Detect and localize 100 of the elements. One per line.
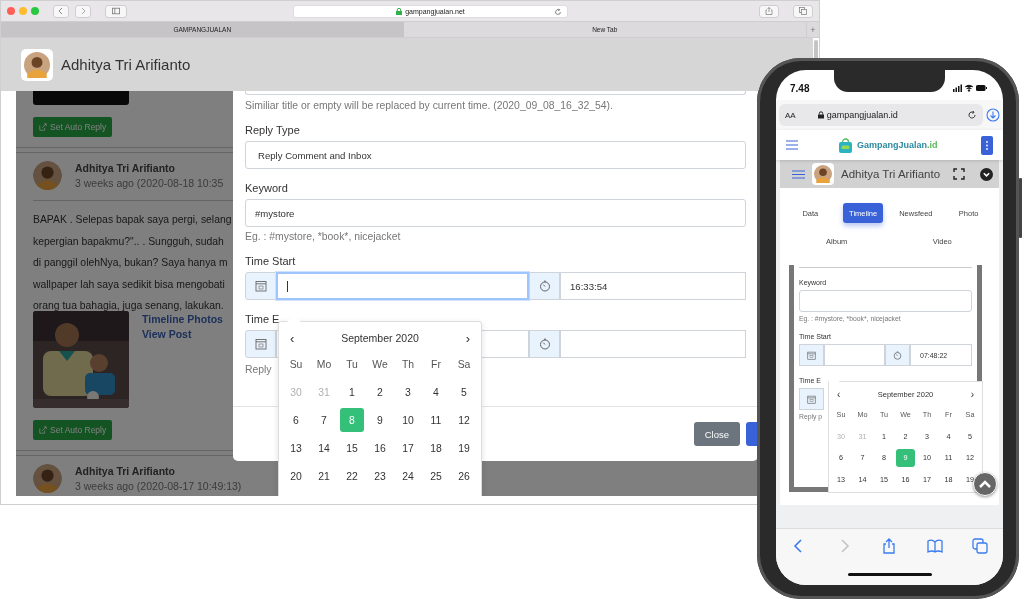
calendar-day[interactable]: 16 (368, 436, 392, 460)
weekday-label: We (371, 357, 389, 372)
text-size-button[interactable]: AA (785, 110, 796, 120)
calendar-day[interactable]: 1 (340, 380, 364, 404)
share-icon (39, 425, 47, 434)
calendar-day[interactable]: 18 (424, 436, 448, 460)
help-text: Similiar title or empty will be replaced by current time. (2020_09_08_16_32_54). (245, 100, 613, 111)
post-time: 3 weeks ago (2020-08-17 10:49:13) (75, 479, 242, 492)
previous-month-button[interactable]: ‹ (290, 330, 295, 346)
author-name: Adhitya Tri Arifianto (75, 162, 176, 174)
weekday-label: Sa (456, 357, 472, 372)
post-text: BAPAK . Selepas bapak saya pergi, selang kepergian bapakmu?".. . Sungguh, sudah di panggil olehNya, bukan? Saya hanya m wallpaper lah saya sedikit bisa mengobati orang tua bahagia, juga senang, lakukan. (33, 213, 233, 313)
calendar-day[interactable]: 14 (312, 436, 336, 460)
field-label: Keyword (245, 182, 288, 194)
calendar-day[interactable]: 19 (452, 436, 476, 460)
next-month-button[interactable]: › (970, 388, 974, 400)
clock-icon (538, 338, 551, 350)
time-input[interactable] (560, 330, 746, 358)
avatar (814, 165, 832, 183)
sidebar-button[interactable] (105, 4, 127, 18)
calendar-day[interactable]: 7 (312, 408, 336, 432)
keyword-input[interactable] (799, 290, 972, 312)
chevron-left-icon (57, 7, 65, 15)
calendar-day[interactable]: 15 (340, 436, 364, 460)
calendar-day[interactable]: 6 (284, 408, 308, 432)
share-button[interactable] (759, 4, 779, 18)
date-input[interactable] (276, 272, 529, 300)
tabs-button[interactable] (793, 4, 813, 18)
url-text: gampangjualan.id (826, 110, 898, 120)
previous-month-button[interactable]: ‹ (837, 388, 841, 400)
close-button[interactable]: Close (693, 422, 740, 446)
calendar-day[interactable]: 13 (284, 436, 308, 460)
bookmarks-button[interactable] (926, 538, 943, 554)
tabs-icon (799, 7, 807, 15)
avatar (33, 161, 62, 190)
help-text: Reply (245, 364, 272, 375)
avatar (24, 51, 50, 78)
new-tab-button[interactable]: + (806, 22, 819, 37)
download-icon[interactable] (986, 108, 1000, 122)
fullscreen-icon[interactable] (953, 168, 966, 180)
calendar-icon (807, 394, 816, 404)
share-button[interactable] (881, 538, 898, 554)
lock-icon (396, 7, 403, 15)
user-name: Adhitya Tri Arifianto (841, 168, 941, 180)
calendar-day[interactable]: 25 (424, 464, 448, 488)
help-text: Eg. : #mystore, *book*, nicejacket (245, 231, 401, 242)
date-input[interactable] (824, 344, 885, 366)
clock-icon (893, 350, 902, 360)
menu-icon[interactable] (792, 169, 805, 179)
more-menu-button[interactable] (981, 135, 993, 155)
calendar-day[interactable]: 21 (312, 464, 336, 488)
calendar-icon (807, 350, 816, 360)
weekday-label: Tu (345, 357, 359, 372)
shopping-bag-icon (838, 137, 853, 153)
scroll-to-top-button[interactable] (973, 472, 997, 496)
calendar-day[interactable]: 5 (452, 380, 476, 404)
calendar-day[interactable]: 17 (396, 436, 420, 460)
calendar-day[interactable]: 22 (340, 464, 364, 488)
calendar-day[interactable]: 2 (368, 380, 392, 404)
calendar-day[interactable]: 10 (396, 408, 420, 432)
calendar-day[interactable]: 12 (452, 408, 476, 432)
share-icon (765, 7, 773, 15)
zoom-window-button[interactable] (31, 7, 39, 15)
time-input[interactable]: 16:33:54 (560, 272, 746, 300)
calendar-day[interactable]: 26 (452, 464, 476, 488)
calendar-day[interactable]: 9 (368, 408, 392, 432)
month-title: September 2020 (341, 332, 419, 344)
calendar-icon (254, 338, 267, 350)
reply-type-select[interactable]: Reply Comment and Inbox (245, 141, 746, 169)
calendar-icon (254, 280, 267, 292)
calendar-day[interactable]: 11 (424, 408, 448, 432)
field-label: Time E (245, 313, 280, 325)
calendar-day[interactable]: 20 (284, 464, 308, 488)
chevron-down-icon[interactable] (980, 167, 993, 181)
close-window-button[interactable] (7, 7, 15, 15)
clock-icon (538, 280, 551, 292)
weekday-label: Su (288, 357, 304, 372)
weekday-label: Fr (430, 357, 442, 372)
user-name: Adhitya Tri Arifianto (61, 56, 191, 73)
forward-button[interactable] (75, 4, 91, 18)
primary-button[interactable] (746, 422, 758, 446)
avatar (33, 463, 62, 493)
calendar-day[interactable]: 4 (424, 380, 448, 404)
share-icon (39, 123, 47, 131)
calendar-day[interactable]: 3 (396, 380, 420, 404)
menu-icon[interactable] (786, 140, 798, 150)
reload-icon[interactable] (967, 110, 977, 120)
field-label: Time Start (245, 255, 296, 267)
weekday-label: Mo (315, 357, 333, 372)
weekday-label: Th (400, 357, 416, 372)
url-bar[interactable]: AA gampangjualan.id (779, 104, 983, 126)
next-month-button[interactable]: › (465, 330, 470, 346)
field-label: Reply Type (245, 124, 300, 136)
calendar-day[interactable]: 24 (396, 464, 420, 488)
tabs-button[interactable] (972, 538, 989, 554)
keyword-input[interactable]: #mystore (245, 199, 746, 227)
chevron-up-icon (978, 479, 992, 489)
back-button[interactable] (53, 4, 69, 18)
post-time: 3 weeks ago (2020-08-18 10:35 (75, 177, 224, 189)
calendar-day[interactable]: 23 (368, 464, 392, 488)
